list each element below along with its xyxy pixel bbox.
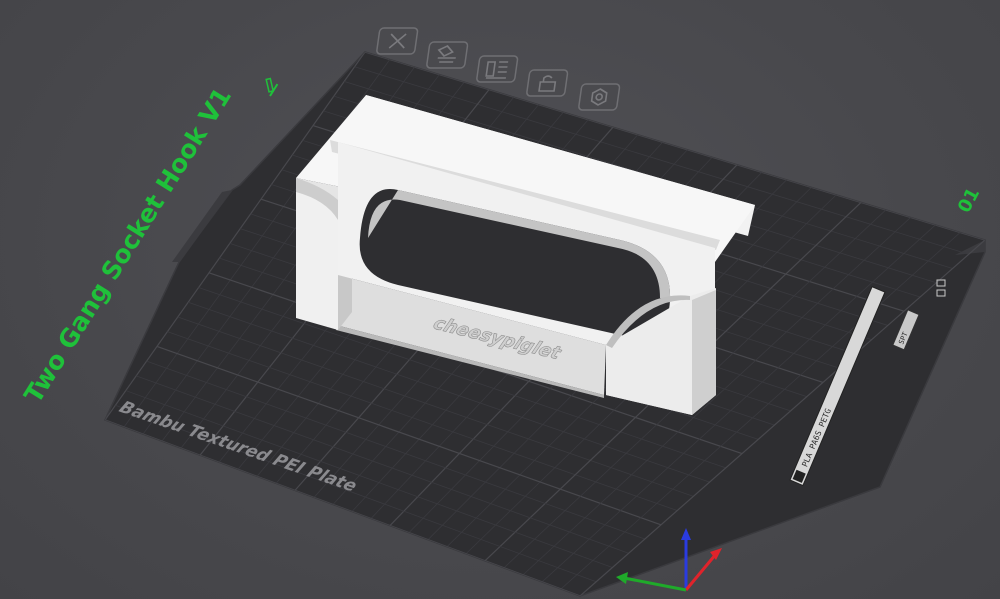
lock-plate-icon[interactable] [526, 69, 569, 97]
arrange-plate-icon[interactable] [426, 41, 469, 69]
scene-canvas: Bambu Textured PEI Plate PLA PA6S PETG S… [18, 27, 986, 597]
plate-number: 01 [954, 184, 984, 216]
plate-gear-icon[interactable] [578, 83, 621, 111]
delete-plate-icon[interactable] [376, 27, 419, 55]
plate-settings-icon[interactable] [476, 55, 519, 83]
edit-title-icon[interactable] [260, 77, 279, 97]
3d-viewport[interactable]: Bambu Textured PEI Plate PLA PA6S PETG S… [0, 0, 1000, 599]
